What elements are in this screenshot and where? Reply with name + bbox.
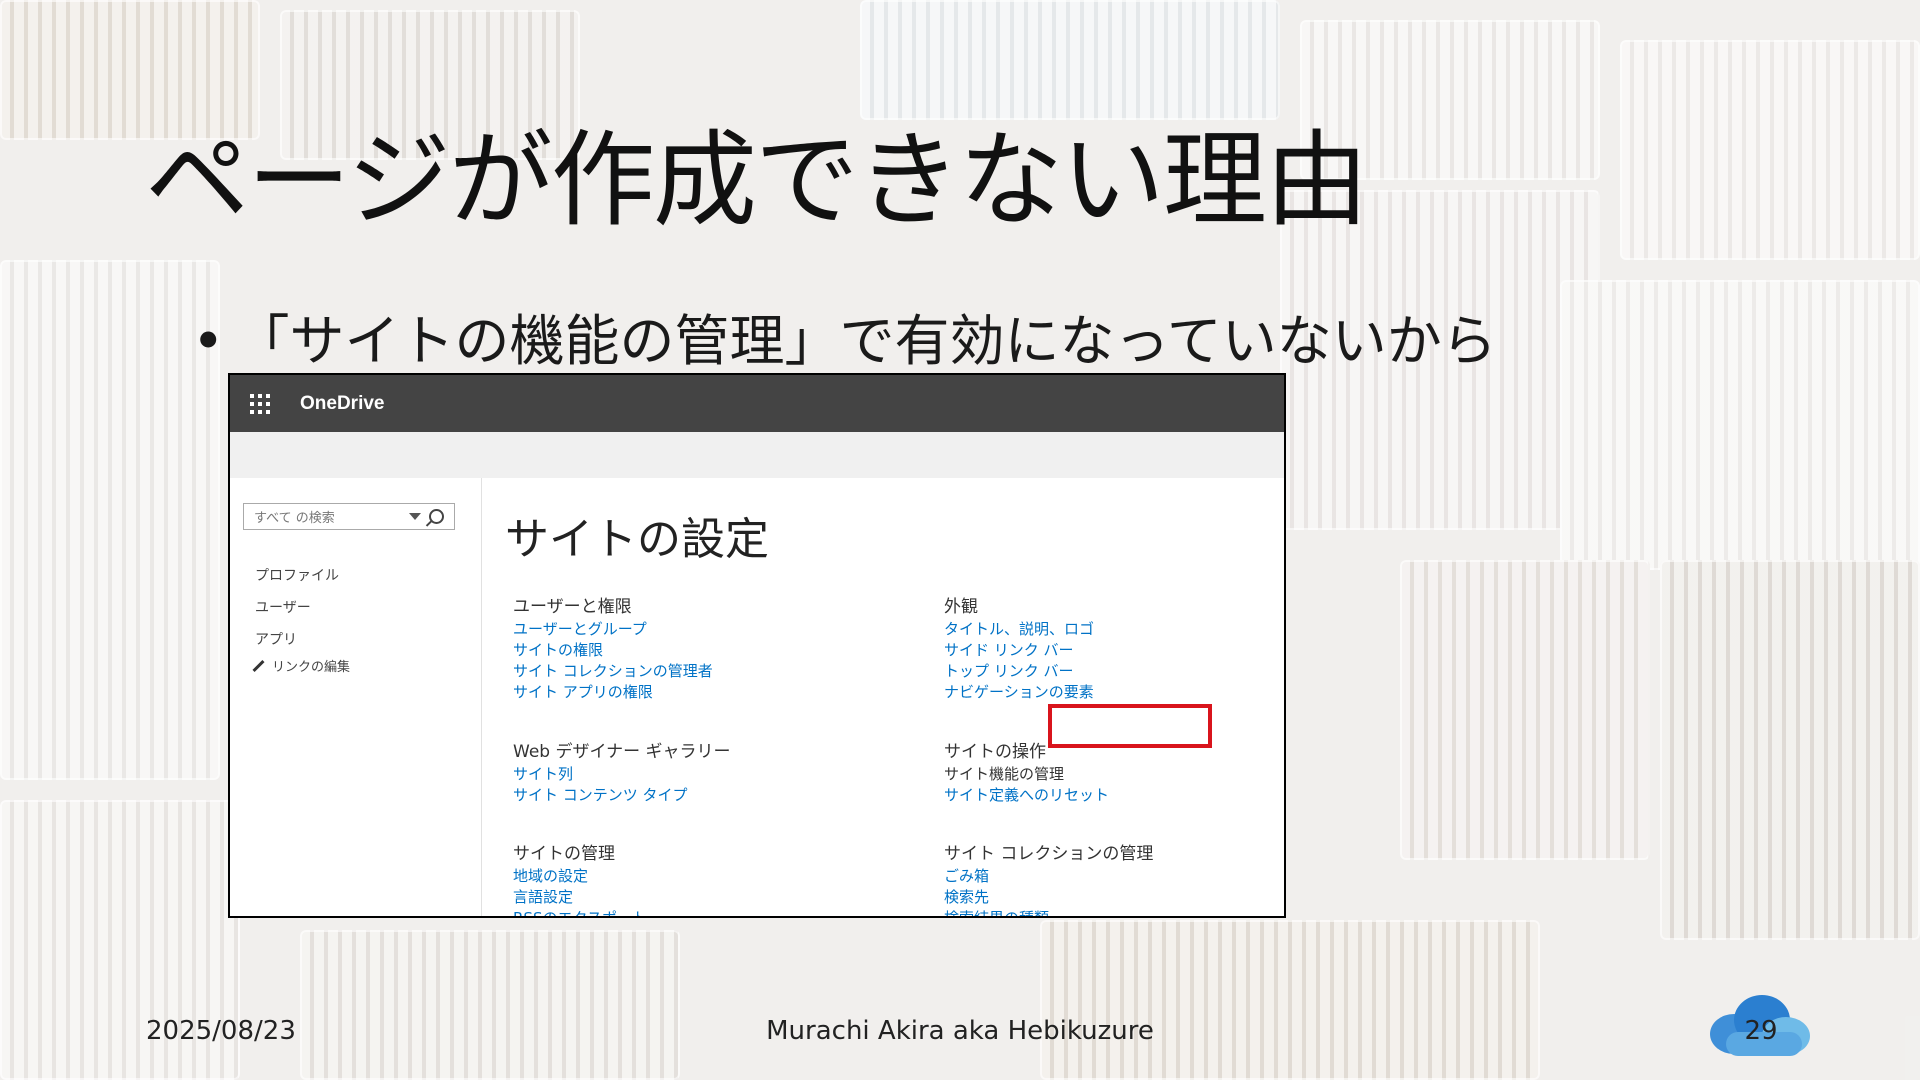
sharepoint-screenshot: OneDrive すべて の検索 プロファイル ユーザー アプリ リンクの編集 …	[228, 373, 1286, 918]
link-language-settings[interactable]: 言語設定	[513, 887, 843, 908]
link-site-content-types[interactable]: サイト コンテンツ タイプ	[513, 785, 843, 806]
link-quick-launch[interactable]: サイド リンク バー	[944, 640, 1274, 661]
nav-item-users[interactable]: ユーザー	[255, 592, 339, 624]
link-site-columns[interactable]: サイト列	[513, 764, 843, 785]
slide-number: 29	[1706, 990, 1816, 1060]
settings-main: サイトの設定 ユーザーと権限 ユーザーとグループ サイトの権限 サイト コレクシ…	[481, 478, 1284, 916]
app-launcher-icon[interactable]	[250, 393, 270, 414]
group-site-administration: サイトの管理 地域の設定 言語設定 RSSのエクスポート	[513, 842, 843, 916]
group-heading: ユーザーと権限	[513, 597, 632, 617]
bullet-dot-icon: •	[192, 309, 225, 373]
pencil-icon	[252, 659, 265, 672]
group-users-permissions: ユーザーと権限 ユーザーとグループ サイトの権限 サイト コレクションの管理者 …	[513, 595, 843, 703]
suite-bar: OneDrive	[230, 375, 1284, 432]
link-search-sources[interactable]: 検索先	[944, 887, 1274, 908]
edit-links-label: リンクの編集	[272, 660, 351, 675]
link-manage-site-features[interactable]: サイト機能の管理	[944, 764, 1274, 785]
group-heading: サイト コレクションの管理	[944, 844, 1154, 864]
link-rss[interactable]: RSSのエクスポート	[513, 908, 843, 916]
link-top-link-bar[interactable]: トップ リンク バー	[944, 661, 1274, 682]
link-site-permissions[interactable]: サイトの権限	[513, 640, 843, 661]
bullet-point: • 「サイトの機能の管理」で有効になっていないから	[192, 296, 1497, 376]
nav-item-apps[interactable]: アプリ	[255, 624, 339, 656]
search-input[interactable]: すべて の検索	[244, 507, 409, 526]
page-content: すべて の検索 プロファイル ユーザー アプリ リンクの編集 サイトの設定 ユー…	[230, 478, 1284, 916]
page-title: サイトの設定	[505, 514, 769, 565]
group-look-and-feel: 外観 タイトル、説明、ロゴ サイド リンク バー トップ リンク バー ナビゲー…	[944, 595, 1274, 703]
bullet-text: 「サイトの機能の管理」で有効になっていないから	[234, 309, 1497, 373]
link-navigation-elements[interactable]: ナビゲーションの要素	[944, 682, 1274, 703]
page-number: 29	[1744, 1016, 1778, 1046]
highlight-box	[1048, 704, 1212, 748]
nav-item-profile[interactable]: プロファイル	[255, 560, 339, 592]
edit-links-button[interactable]: リンクの編集	[252, 656, 351, 675]
group-site-collection-administration: サイト コレクションの管理 ごみ箱 検索先 検索結果の種類	[944, 842, 1274, 916]
group-heading: サイトの管理	[513, 844, 615, 864]
link-recycle-bin[interactable]: ごみ箱	[944, 866, 1274, 887]
group-heading: Web デザイナー ギャラリー	[513, 742, 731, 762]
group-web-designer-galleries: Web デザイナー ギャラリー サイト列 サイト コンテンツ タイプ	[513, 740, 843, 806]
chevron-down-icon[interactable]	[409, 513, 421, 520]
link-search-result-types[interactable]: 検索結果の種類	[944, 908, 1274, 916]
ribbon	[230, 432, 1284, 478]
group-site-actions: サイトの操作 サイト機能の管理 サイト定義へのリセット	[944, 740, 1274, 806]
link-site-collection-admins[interactable]: サイト コレクションの管理者	[513, 661, 843, 682]
suite-brand[interactable]: OneDrive	[300, 393, 384, 415]
link-users-groups[interactable]: ユーザーとグループ	[513, 619, 843, 640]
slide-title: ページが作成できない理由	[145, 119, 1369, 241]
link-regional-settings[interactable]: 地域の設定	[513, 866, 843, 887]
group-heading: 外観	[944, 597, 978, 617]
left-nav: すべて の検索 プロファイル ユーザー アプリ リンクの編集	[230, 478, 482, 916]
link-reset-site-definition[interactable]: サイト定義へのリセット	[944, 785, 1274, 806]
link-title-description-logo[interactable]: タイトル、説明、ロゴ	[944, 619, 1274, 640]
nav-list: プロファイル ユーザー アプリ	[255, 560, 339, 656]
link-site-app-permissions[interactable]: サイト アプリの権限	[513, 682, 843, 703]
search-icon[interactable]	[429, 509, 444, 524]
search-box[interactable]: すべて の検索	[243, 503, 455, 530]
footer-author: Murachi Akira aka Hebikuzure	[766, 1016, 1154, 1046]
